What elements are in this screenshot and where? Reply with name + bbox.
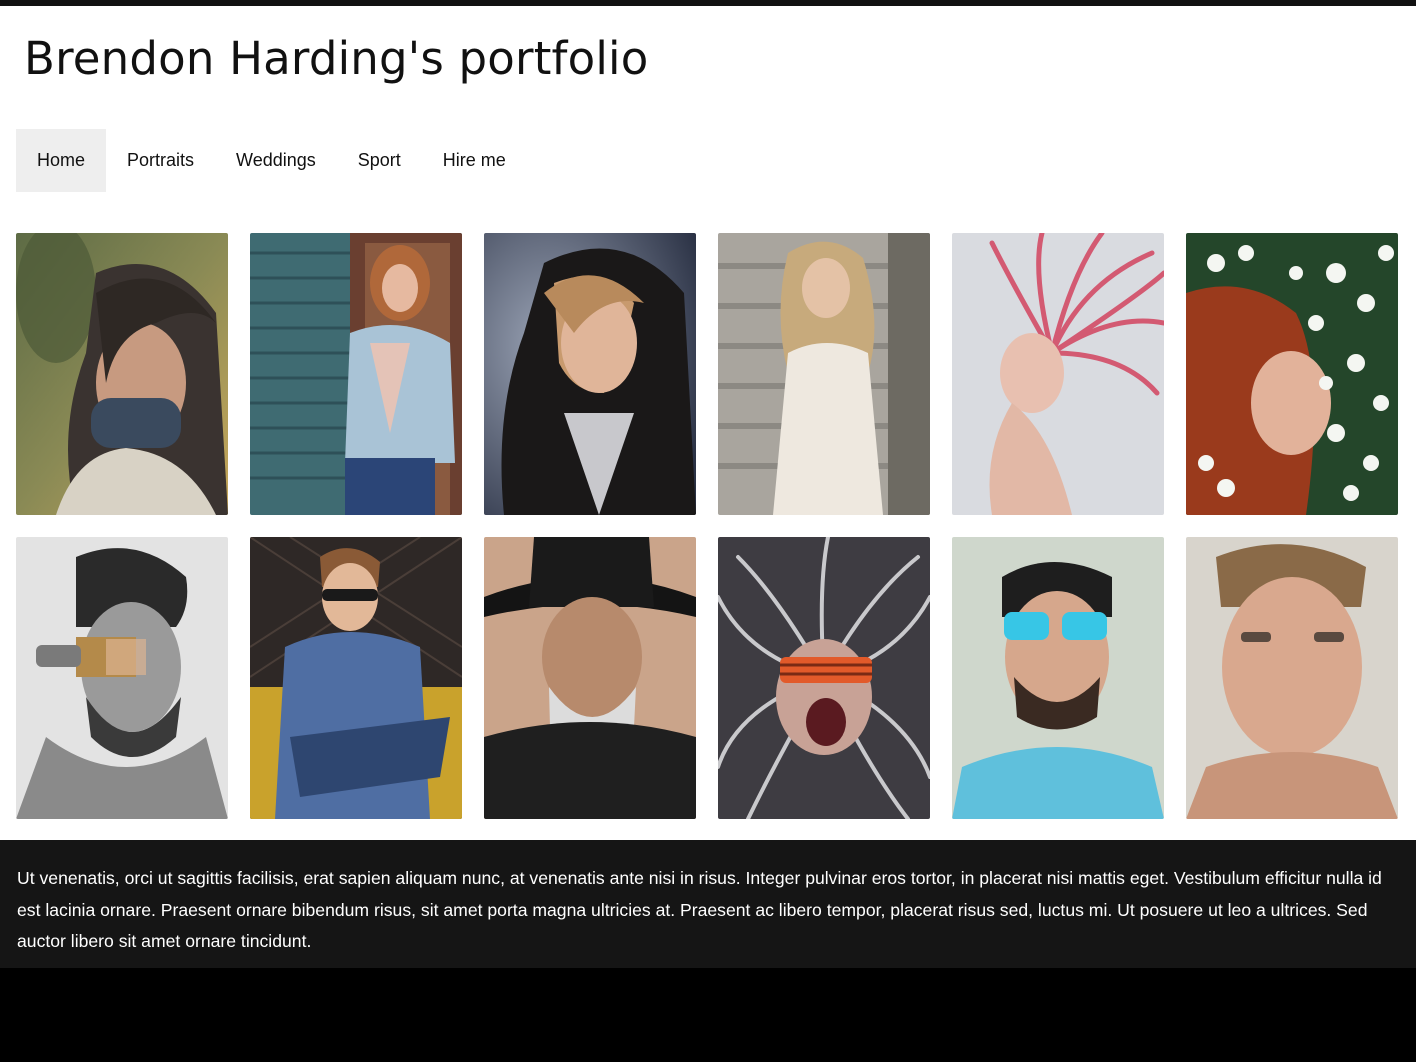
gallery-photo-1[interactable] [16,233,228,515]
gallery-photo-12[interactable] [1186,537,1398,819]
gallery-photo-6[interactable] [1186,233,1398,515]
gallery-photo-4[interactable] [718,233,930,515]
top-accent-bar [0,0,1416,6]
page: Brendon Harding's portfolio Home Portrai… [0,0,1416,968]
nav-item-weddings[interactable]: Weddings [215,129,337,192]
gallery-photo-5[interactable] [952,233,1164,515]
gallery-photo-9[interactable] [484,537,696,819]
photo-gallery [16,233,1398,819]
main-nav: Home Portraits Weddings Sport Hire me [16,129,527,192]
gallery-photo-3[interactable] [484,233,696,515]
site-title: Brendon Harding's portfolio [24,32,649,85]
gallery-photo-11[interactable] [952,537,1164,819]
gallery-photo-7[interactable] [16,537,228,819]
gallery-photo-10[interactable] [718,537,930,819]
nav-item-sport[interactable]: Sport [337,129,422,192]
gallery-photo-8[interactable] [250,537,462,819]
footer: Ut venenatis, orci ut sagittis facilisis… [0,840,1416,968]
nav-item-portraits[interactable]: Portraits [106,129,215,192]
gallery-photo-2[interactable] [250,233,462,515]
footer-text: Ut venenatis, orci ut sagittis facilisis… [17,868,1382,951]
nav-item-hire-me[interactable]: Hire me [422,129,527,192]
nav-item-home[interactable]: Home [16,129,107,192]
